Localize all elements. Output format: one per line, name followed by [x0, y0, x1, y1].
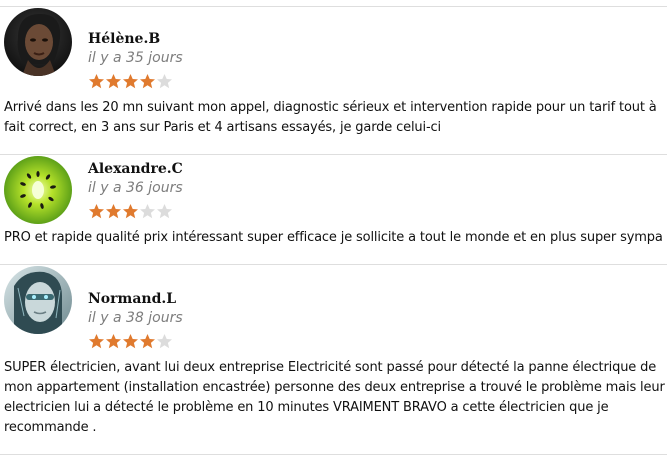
star-filled-icon	[140, 74, 155, 89]
rating-stars	[88, 203, 173, 221]
rating-stars	[88, 73, 173, 91]
review-date: il y a 38 jours	[88, 310, 183, 326]
star-empty-icon	[140, 204, 155, 219]
star-filled-icon	[106, 334, 121, 349]
star-filled-icon	[140, 334, 155, 349]
star-filled-icon	[106, 74, 121, 89]
divider	[0, 454, 667, 455]
rating-stars	[88, 333, 173, 351]
divider	[0, 264, 667, 265]
star-filled-icon	[123, 74, 138, 89]
review-text: Arrivé dans les 20 mn suivant mon appel,…	[4, 100, 657, 135]
review-date: il y a 36 jours	[88, 180, 183, 196]
star-filled-icon	[123, 334, 138, 349]
star-filled-icon	[89, 334, 104, 349]
portrait-cyborg-avatar-icon	[4, 266, 72, 334]
review-date: il y a 35 jours	[88, 50, 183, 66]
review-text: PRO et rapide qualité prix intéressant s…	[4, 230, 663, 245]
kiwi-avatar-icon	[4, 156, 72, 224]
star-empty-icon	[157, 74, 172, 89]
star-filled-icon	[123, 204, 138, 219]
star-filled-icon	[89, 74, 104, 89]
review-author: Normand.L	[88, 291, 177, 307]
review-author: Hélène.B	[88, 31, 161, 47]
divider	[0, 154, 667, 155]
portrait-woman-avatar-icon	[4, 8, 72, 76]
review-text: SUPER électricien, avant lui deux entrep…	[4, 360, 665, 435]
star-empty-icon	[157, 204, 172, 219]
star-filled-icon	[89, 204, 104, 219]
star-empty-icon	[157, 334, 172, 349]
star-filled-icon	[106, 204, 121, 219]
review-author: Alexandre.C	[88, 161, 183, 177]
divider	[0, 6, 667, 7]
